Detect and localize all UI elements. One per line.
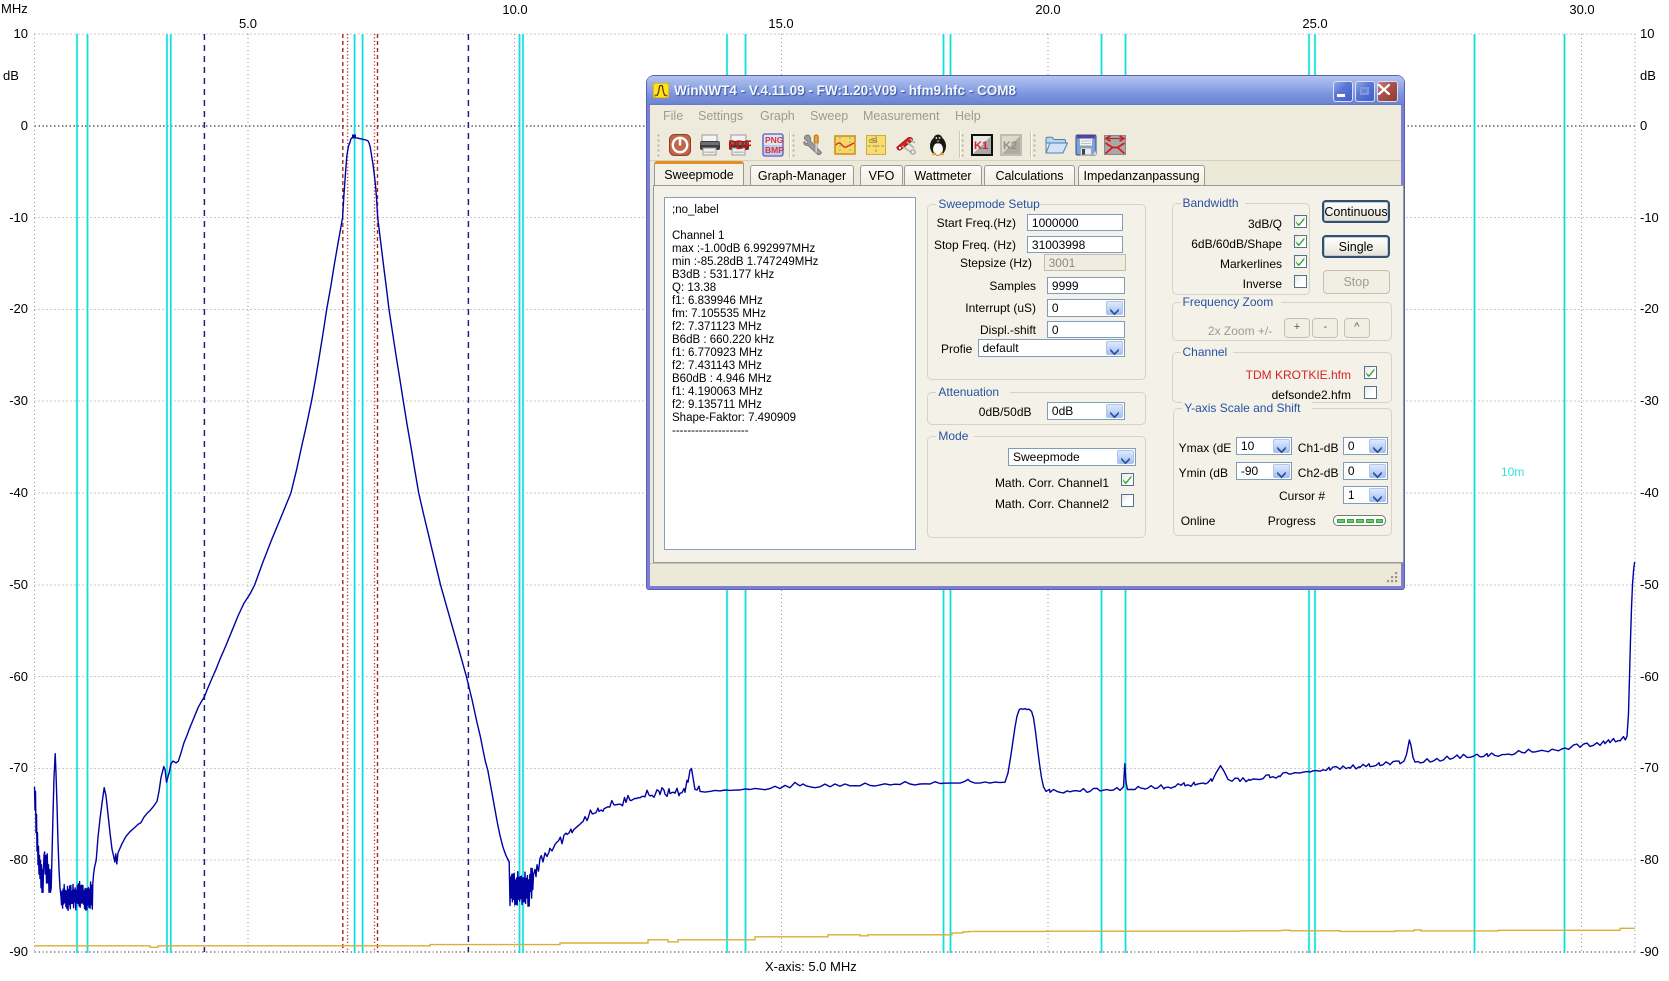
svg-text:-70: -70 [1640,760,1659,775]
svg-text:-90: -90 [9,944,28,959]
svg-text:-50: -50 [1640,577,1659,592]
svg-text:20.0: 20.0 [1035,2,1060,17]
svg-text:10.0: 10.0 [502,2,527,17]
svg-text:-80: -80 [1640,852,1659,867]
svg-text:-20: -20 [9,301,28,316]
svg-text:PDF: PDF [729,140,752,152]
svg-text:-30: -30 [1640,393,1659,408]
svg-text:10: 10 [14,26,28,41]
svg-text:-30: -30 [9,393,28,408]
svg-text:BMP: BMP [765,145,784,155]
svg-text:25.0: 25.0 [1302,16,1327,31]
svg-text:-40: -40 [9,485,28,500]
svg-text:-20: -20 [1640,301,1659,316]
svg-text:-10: -10 [1640,210,1659,225]
svg-text:-80: -80 [9,852,28,867]
svg-text:K2: K2 [1003,140,1017,152]
svg-text:0: 0 [1640,118,1647,133]
svg-text:MHz: MHz [1,1,28,16]
svg-text:30.0: 30.0 [1569,2,1594,17]
svg-text:dB: dB [3,68,19,83]
svg-text:-60: -60 [1640,669,1659,684]
svg-text:X-axis: 5.0 MHz: X-axis: 5.0 MHz [765,959,857,974]
svg-text:-60: -60 [9,669,28,684]
svg-text:-10: -10 [9,210,28,225]
svg-text:10m: 10m [1501,465,1524,479]
svg-text:-70: -70 [9,760,28,775]
svg-text:15.0: 15.0 [768,16,793,31]
svg-text:0: 0 [21,118,28,133]
svg-text:5.0: 5.0 [239,16,257,31]
svg-text:-90: -90 [1640,944,1659,959]
svg-text:PNG: PNG [765,135,784,145]
svg-text:dB: dB [869,138,878,145]
svg-text:10: 10 [1640,26,1654,41]
svg-text:-50: -50 [9,577,28,592]
svg-text:-40: -40 [1640,485,1659,500]
svg-text:dB: dB [1640,68,1656,83]
svg-text:K1: K1 [974,140,988,152]
